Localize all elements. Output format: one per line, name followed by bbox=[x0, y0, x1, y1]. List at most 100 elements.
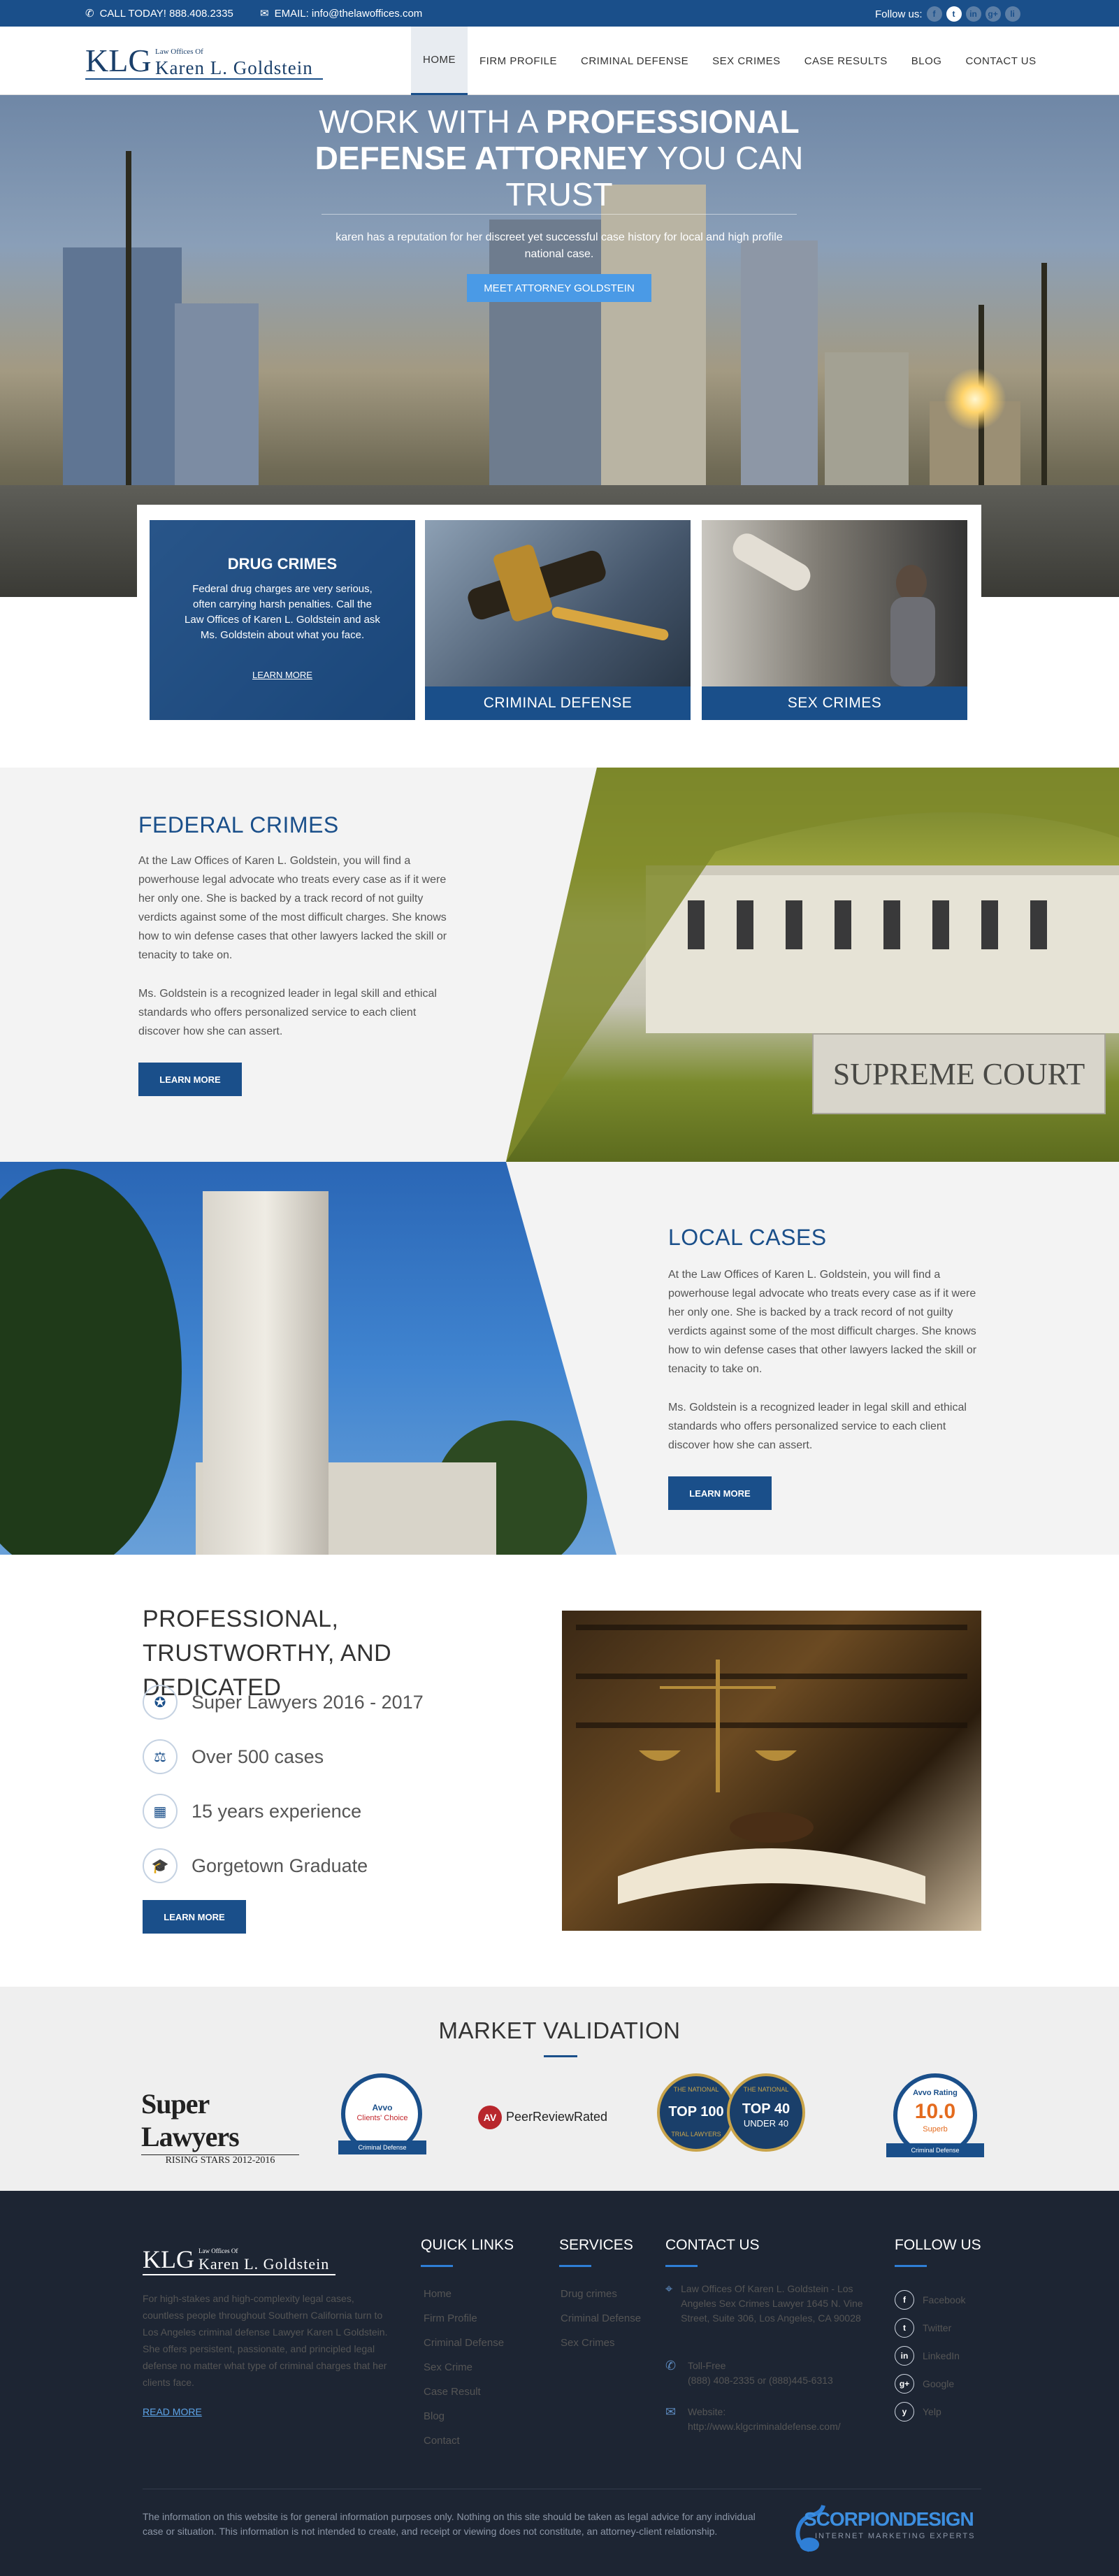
footer-logo[interactable]: KLG Law Offices Of Karen L. Goldstein bbox=[143, 2246, 335, 2275]
avvo-rating-label: Avvo Rating bbox=[913, 2089, 958, 2097]
linkedin-alt-icon[interactable]: li bbox=[1004, 6, 1020, 22]
local-cases-paragraph-1: At the Law Offices of Karen L. Goldstein… bbox=[668, 1269, 977, 1375]
contact-us-rule bbox=[665, 2265, 698, 2267]
nav-firm-profile[interactable]: FIRM PROFILE bbox=[468, 27, 569, 95]
badge-top-text: THE NATIONAL bbox=[743, 2086, 789, 2093]
drug-crimes-text: Federal drug charges are very serious, o… bbox=[185, 583, 380, 641]
criminal-defense-card[interactable]: CRIMINAL DEFENSE bbox=[425, 520, 691, 720]
law-library-image bbox=[562, 1611, 981, 1931]
follow-label: Follow us: bbox=[875, 8, 923, 20]
facebook-icon[interactable]: f bbox=[926, 6, 942, 22]
footer-logo-tagline: Law Offices Of bbox=[198, 2247, 238, 2254]
super-lawyers-subtitle: RISING STARS 2012-2016 bbox=[141, 2154, 299, 2166]
website-block: Website: http://www.klgcriminaldefense.co… bbox=[688, 2405, 841, 2434]
address-text: Law Offices Of Karen L. Goldstein - Los … bbox=[681, 2283, 863, 2324]
footer-about: For high-stakes and high-complexity lega… bbox=[143, 2293, 388, 2388]
google-plus-icon: g+ bbox=[895, 2374, 914, 2394]
stat-text: 15 years experience bbox=[192, 1800, 362, 1822]
nav-case-results[interactable]: CASE RESULTS bbox=[793, 27, 900, 95]
tollfree-numbers: (888) 408-2335 or (888)445-6313 bbox=[688, 2375, 833, 2386]
local-cases-paragraph-2: Ms. Goldstein is a recognized leader in … bbox=[668, 1402, 967, 1451]
sex-crimes-caption: SEX CRIMES bbox=[702, 686, 967, 720]
federal-crimes-paragraph-2: Ms. Goldstein is a recognized leader in … bbox=[138, 988, 437, 1037]
footer-twitter[interactable]: t Twitter bbox=[895, 2318, 951, 2338]
scorpion-design-logo[interactable]: SCORPIONDESIGN INTERNET MARKETING EXPERT… bbox=[788, 2501, 984, 2557]
footer-service-criminal-defense[interactable]: Criminal Defense bbox=[561, 2306, 641, 2331]
footer-link-criminal-defense[interactable]: Criminal Defense bbox=[424, 2331, 504, 2355]
footer-service-drug-crimes[interactable]: Drug crimes bbox=[561, 2282, 641, 2306]
avvo-logo: Avvo bbox=[372, 2103, 393, 2113]
mail-icon: ✉ bbox=[260, 8, 269, 20]
footer-address: ⌖ Law Offices Of Karen L. Goldstein - Los… bbox=[665, 2282, 875, 2326]
map-pin-icon: ⌖ bbox=[665, 2282, 673, 2296]
nav-blog[interactable]: BLOG bbox=[900, 27, 954, 95]
footer-link-sex-crime[interactable]: Sex Crime bbox=[424, 2355, 504, 2380]
email-text: EMAIL: info@thelawoffices.com bbox=[274, 7, 423, 20]
website-url: http://www.klgcriminaldefense.com/ bbox=[688, 2421, 841, 2432]
award-icon: ✪ bbox=[143, 1685, 178, 1720]
phone-icon: ✆ bbox=[665, 2359, 677, 2373]
linkedin-icon[interactable]: in bbox=[965, 6, 981, 22]
stat-text: Super Lawyers 2016 - 2017 bbox=[192, 1691, 424, 1713]
footer-link-contact[interactable]: Contact bbox=[424, 2429, 504, 2453]
footer-google[interactable]: g+ Google bbox=[895, 2374, 954, 2394]
palm-tree-image bbox=[126, 151, 131, 542]
gavel-icon: ⚖ bbox=[143, 1739, 178, 1774]
footer-link-firm-profile[interactable]: Firm Profile bbox=[424, 2306, 504, 2331]
criminal-defense-caption: CRIMINAL DEFENSE bbox=[425, 686, 691, 720]
yelp-icon: y bbox=[895, 2402, 914, 2422]
badge-sub-text: UNDER 40 bbox=[743, 2118, 789, 2129]
drug-crimes-title: DRUG CRIMES bbox=[227, 555, 338, 573]
email-info[interactable]: ✉ EMAIL: info@thelawoffices.com bbox=[260, 7, 422, 20]
call-info[interactable]: ✆ CALL TODAY! 888.408.2335 bbox=[85, 7, 233, 20]
federal-learn-more-button[interactable]: LEARN MORE bbox=[138, 1063, 242, 1096]
footer-read-more-link[interactable]: READ MORE bbox=[143, 2406, 202, 2417]
footer-link-blog[interactable]: Blog bbox=[424, 2404, 504, 2429]
nav-sex-crimes[interactable]: SEX CRIMES bbox=[700, 27, 793, 95]
professional-learn-more-button[interactable]: LEARN MORE bbox=[143, 1900, 246, 1934]
site-logo[interactable]: KLG Law Offices Of Karen L. Goldstein bbox=[85, 45, 323, 80]
market-title-rule bbox=[544, 2055, 577, 2057]
drug-crimes-learn-more[interactable]: LEARN MORE bbox=[150, 670, 415, 680]
hero-title: WORK WITH A PROFESSIONAL DEFENSE ATTORNE… bbox=[294, 103, 825, 213]
footer-website[interactable]: ✉ Website: http://www.klgcriminaldefense.c… bbox=[665, 2405, 875, 2434]
footer-phone[interactable]: ✆ Toll-Free (888) 408-2335 or (888)445-631… bbox=[665, 2359, 875, 2388]
footer-logo-monogram: KLG bbox=[143, 2245, 194, 2273]
phone-block: Toll-Free (888) 408-2335 or (888)445-6313 bbox=[688, 2359, 833, 2388]
scorpion-title: SCORPIONDESIGN bbox=[804, 2508, 974, 2530]
tollfree-label: Toll-Free bbox=[688, 2360, 726, 2371]
nav-criminal-defense[interactable]: CRIMINAL DEFENSE bbox=[569, 27, 700, 95]
footer-link-home[interactable]: Home bbox=[424, 2282, 504, 2306]
avvo-rating-superb: Superb bbox=[923, 2125, 948, 2134]
federal-crimes-paragraph-1: At the Law Offices of Karen L. Goldstein… bbox=[138, 855, 447, 961]
hero-subtitle: karen has a reputation for her discreet … bbox=[335, 231, 783, 260]
drug-crimes-card[interactable]: DRUG CRIMES Federal drug charges are ver… bbox=[150, 520, 415, 720]
linkedin-label: LinkedIn bbox=[923, 2350, 960, 2361]
google-plus-icon[interactable]: g+ bbox=[985, 6, 1001, 22]
main-nav: HOME FIRM PROFILE CRIMINAL DEFENSE SEX C… bbox=[411, 27, 1048, 95]
footer-link-case-result[interactable]: Case Result bbox=[424, 2380, 504, 2404]
victim-image bbox=[732, 533, 935, 686]
nav-contact-us[interactable]: CONTACT US bbox=[953, 27, 1048, 95]
meet-attorney-button[interactable]: MEET ATTORNEY GOLDSTEIN bbox=[467, 274, 651, 302]
footer-yelp[interactable]: y Yelp bbox=[895, 2402, 941, 2422]
footer-linkedin[interactable]: in LinkedIn bbox=[895, 2346, 960, 2366]
stat-text: Over 500 cases bbox=[192, 1746, 324, 1767]
local-cases-title: LOCAL CASES bbox=[668, 1225, 827, 1250]
hero-divider bbox=[322, 214, 797, 215]
hero-title-bold: DEFENSE ATTORNEY bbox=[315, 140, 649, 176]
local-learn-more-button[interactable]: LEARN MORE bbox=[668, 1476, 772, 1510]
top-40-badge: THE NATIONAL TOP 40 UNDER 40 bbox=[727, 2073, 805, 2152]
building-image bbox=[741, 240, 818, 513]
services-title: SERVICES bbox=[559, 2237, 633, 2253]
services-list: Drug crimes Criminal Defense Sex Crimes bbox=[561, 2282, 641, 2355]
footer-service-sex-crimes[interactable]: Sex Crimes bbox=[561, 2331, 641, 2355]
twitter-label: Twitter bbox=[923, 2322, 952, 2333]
google-label: Google bbox=[923, 2378, 955, 2389]
twitter-icon[interactable]: t bbox=[946, 6, 962, 22]
sex-crimes-card[interactable]: SEX CRIMES bbox=[702, 520, 967, 720]
federal-crimes-title: FEDERAL CRIMES bbox=[138, 812, 339, 837]
nav-home[interactable]: HOME bbox=[411, 27, 468, 95]
stat-text: Gorgetown Graduate bbox=[192, 1855, 368, 1876]
footer-facebook[interactable]: f Facebook bbox=[895, 2290, 965, 2310]
